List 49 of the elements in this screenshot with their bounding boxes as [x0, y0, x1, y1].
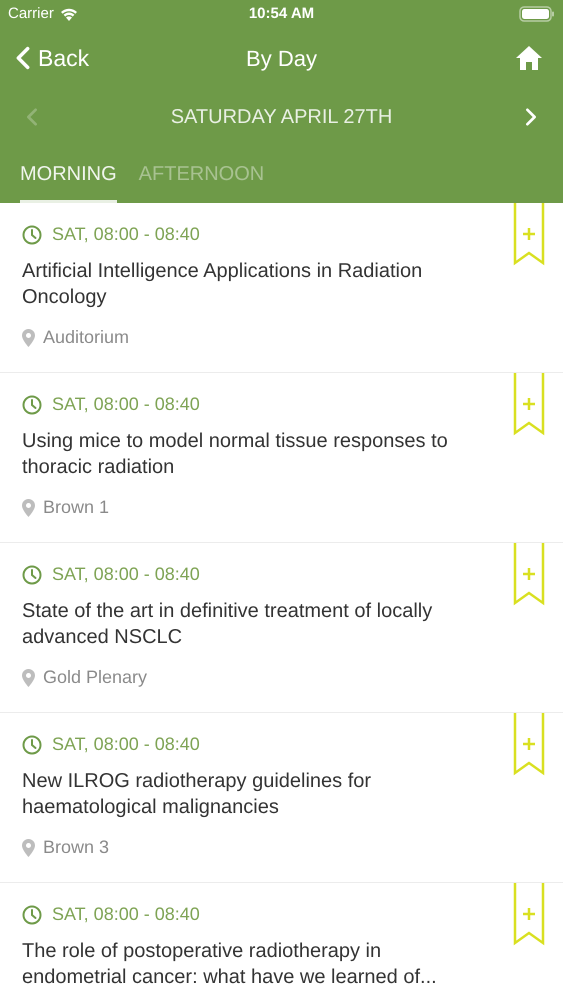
session-title: Using mice to model normal tissue responses to thoracic radiation: [22, 429, 449, 480]
wifi-icon: [60, 7, 78, 21]
chevron-left-icon: [26, 108, 38, 126]
bookmark-plus-icon: [513, 883, 545, 947]
bookmark-button[interactable]: [513, 883, 545, 947]
location-pin-icon: [22, 838, 35, 856]
session-location: Auditorium: [43, 326, 130, 349]
bookmark-plus-icon: [513, 373, 545, 437]
session-row[interactable]: SAT, 08:00 - 08:40 Artificial Intelligence Applications in Radiation Oncology Auditorium: [0, 203, 563, 373]
bookmark-button[interactable]: [513, 373, 545, 437]
session-title: Artificial Intelligence Applications in Radiation Oncology: [22, 259, 424, 310]
bookmark-plus-icon: [513, 713, 545, 777]
session-time: SAT, 08:00 - 08:40: [52, 563, 200, 586]
bookmark-plus-icon: [513, 543, 545, 607]
battery-icon: [519, 6, 555, 22]
location-pin-icon: [22, 328, 35, 346]
clock-icon: [22, 224, 42, 244]
home-icon: [515, 45, 543, 71]
bookmark-button[interactable]: [513, 543, 545, 607]
session-location: Gold Plenary: [43, 666, 148, 689]
location-pin-icon: [22, 498, 35, 516]
screen-title: By Day: [246, 44, 317, 73]
session-row[interactable]: SAT, 08:00 - 08:40 The role of postoperative radiotherapy in endometrial cancer: what have we learned of...: [0, 883, 563, 1000]
location-pin-icon: [22, 668, 35, 686]
session-time: SAT, 08:00 - 08:40: [52, 903, 200, 926]
bookmark-plus-icon: [513, 203, 545, 267]
session-row[interactable]: SAT, 08:00 - 08:40 Using mice to model normal tissue responses to thoracic radiation Brown 1: [0, 373, 563, 543]
clock-icon: [22, 394, 42, 414]
chevron-right-icon: [525, 108, 537, 126]
session-row[interactable]: SAT, 08:00 - 08:40 New ILROG radiotherapy guidelines for haematological malignancies Brown 3: [0, 713, 563, 883]
bookmark-button[interactable]: [513, 713, 545, 777]
back-icon: [16, 45, 30, 71]
session-row[interactable]: SAT, 08:00 - 08:40 State of the art in definitive treatment of locally advanced NSCLC Gold Plenary: [0, 543, 563, 713]
session-title: New ILROG radiotherapy guidelines for haematological malignancies: [22, 769, 372, 820]
clock-icon: [22, 734, 42, 754]
session-time: SAT, 08:00 - 08:40: [52, 223, 200, 246]
date-label: SATURDAY APRIL 27TH: [170, 104, 392, 130]
session-title: State of the art in definitive treatment of locally advanced NSCLC: [22, 599, 434, 650]
session-time: SAT, 08:00 - 08:40: [52, 393, 200, 416]
session-location: Brown 1: [43, 496, 110, 519]
next-day-button[interactable]: [525, 108, 537, 126]
session-time: SAT, 08:00 - 08:40: [52, 733, 200, 756]
session-title: The role of postoperative radiotherapy in endometrial cancer: what have we learned of...: [22, 939, 438, 990]
status-time: 10:54 AM: [248, 4, 314, 24]
clock-icon: [22, 904, 42, 924]
session-location: Brown 3: [43, 836, 110, 859]
carrier-label: Carrier: [8, 4, 54, 24]
bookmark-button[interactable]: [513, 203, 545, 267]
clock-icon: [22, 564, 42, 584]
